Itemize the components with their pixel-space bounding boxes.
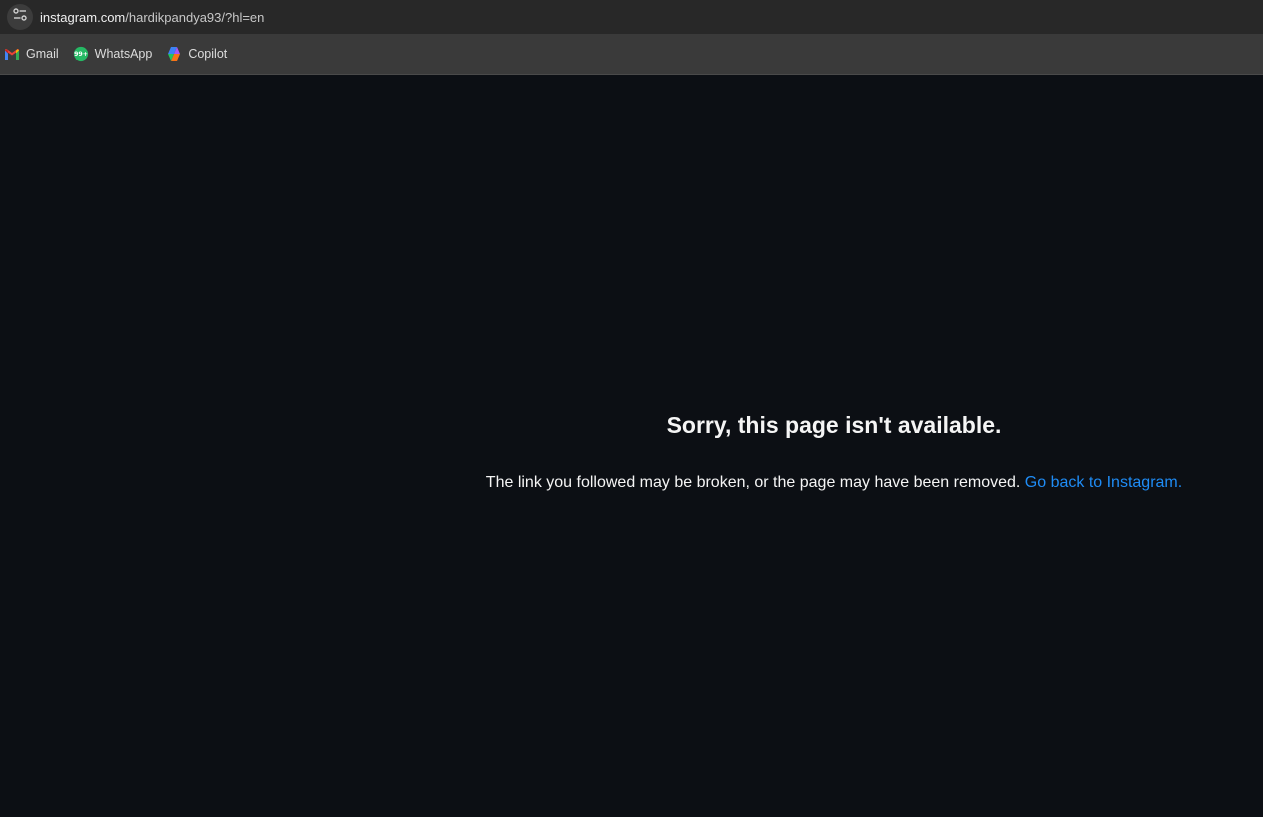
url-path: /hardikpandya93/?hl=en <box>125 9 265 25</box>
bookmark-label-copilot: Copilot <box>188 47 228 61</box>
whatsapp-badge: 99+ <box>74 51 88 58</box>
error-message-text: The link you followed may be broken, or … <box>485 474 1021 491</box>
bookmark-label-whatsapp: WhatsApp <box>94 47 153 61</box>
bookmark-whatsapp[interactable]: 99+ WhatsApp <box>73 40 159 68</box>
tune-icon <box>12 7 28 28</box>
url-domain: instagram.com <box>40 9 126 25</box>
bookmarks-bar: Gmail 99+ WhatsApp Copilot <box>0 34 1263 74</box>
gmail-icon <box>4 46 20 62</box>
bookmark-copilot[interactable]: Copilot <box>166 40 233 68</box>
error-title: Sorry, this page isn't available. <box>666 412 1002 438</box>
error-message: The link you followed may be broken, or … <box>434 474 1234 492</box>
copilot-icon <box>166 46 182 62</box>
bookmark-label-gmail: Gmail <box>26 47 59 61</box>
url-text[interactable]: instagram.com/hardikpandya93/?hl=en <box>40 10 264 25</box>
site-info-button[interactable] <box>7 4 33 30</box>
browser-chrome: instagram.com/hardikpandya93/?hl=en Gmai… <box>0 0 1263 75</box>
whatsapp-icon: 99+ <box>73 46 89 62</box>
page-content: Sorry, this page isn't available. The li… <box>0 75 1263 817</box>
go-back-link[interactable]: Go back to Instagram. <box>1025 474 1182 491</box>
address-bar[interactable]: instagram.com/hardikpandya93/?hl=en <box>0 0 1263 34</box>
bookmark-gmail[interactable]: Gmail <box>4 40 65 68</box>
